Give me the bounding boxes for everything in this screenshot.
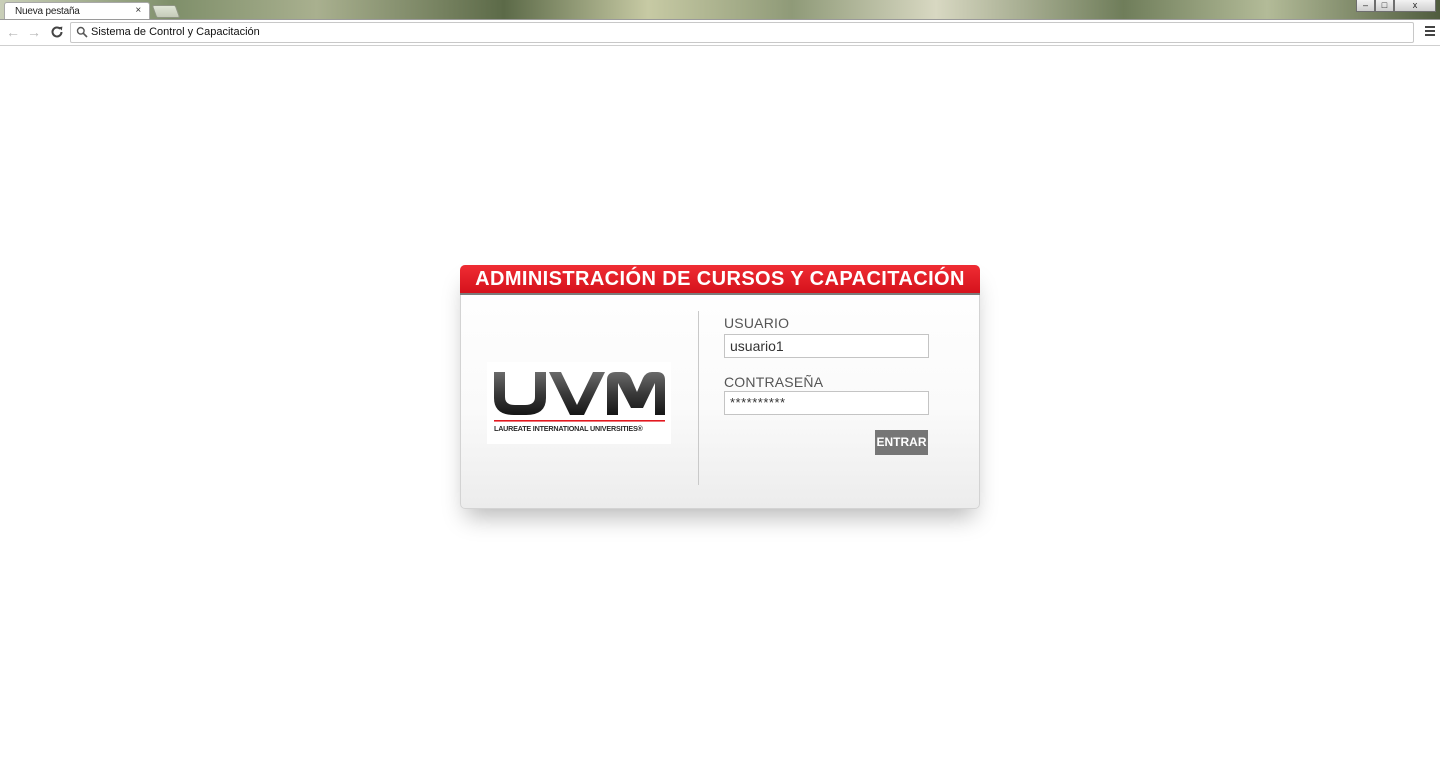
password-input[interactable]: ********** [724,391,929,415]
username-label: USUARIO [724,315,790,331]
username-input[interactable]: usuario1 [724,334,929,358]
browser-toolbar: ← → Sistema de Control y Capacitación [0,19,1440,46]
search-icon [76,26,88,38]
reload-icon[interactable] [49,24,65,40]
logo-tagline: LAUREATE INTERNATIONAL UNIVERSITIES® [494,424,643,433]
window-controls: – □ x [1356,0,1436,12]
uvm-logo: LAUREATE INTERNATIONAL UNIVERSITIES® [487,362,671,444]
browser-tab[interactable]: Nueva pestaña × [4,2,150,19]
submit-button[interactable]: ENTRAR [875,430,928,455]
password-label: CONTRASEÑA [724,374,824,390]
uvm-wordmark-icon [494,372,665,422]
close-window-button[interactable]: x [1394,0,1436,12]
login-header-title: ADMINISTRACIÓN DE CURSOS Y CAPACITACIÓN [460,265,980,295]
back-arrow-icon[interactable]: ← [5,24,21,40]
login-card: ADMINISTRACIÓN DE CURSOS Y CAPACITACIÓN … [460,265,980,509]
tab-close-icon[interactable]: × [135,5,141,16]
forward-arrow-icon[interactable]: → [26,24,42,40]
address-bar[interactable]: Sistema de Control y Capacitación [70,22,1414,43]
menu-icon[interactable] [1425,26,1435,36]
maximize-button[interactable]: □ [1375,0,1394,12]
browser-titlebar: Nueva pestaña × – □ x [0,0,1440,19]
new-tab-button[interactable] [151,5,181,18]
divider [698,311,699,485]
tab-title: Nueva pestaña [15,6,80,17]
minimize-button[interactable]: – [1356,0,1375,12]
address-text: Sistema de Control y Capacitación [91,26,260,38]
